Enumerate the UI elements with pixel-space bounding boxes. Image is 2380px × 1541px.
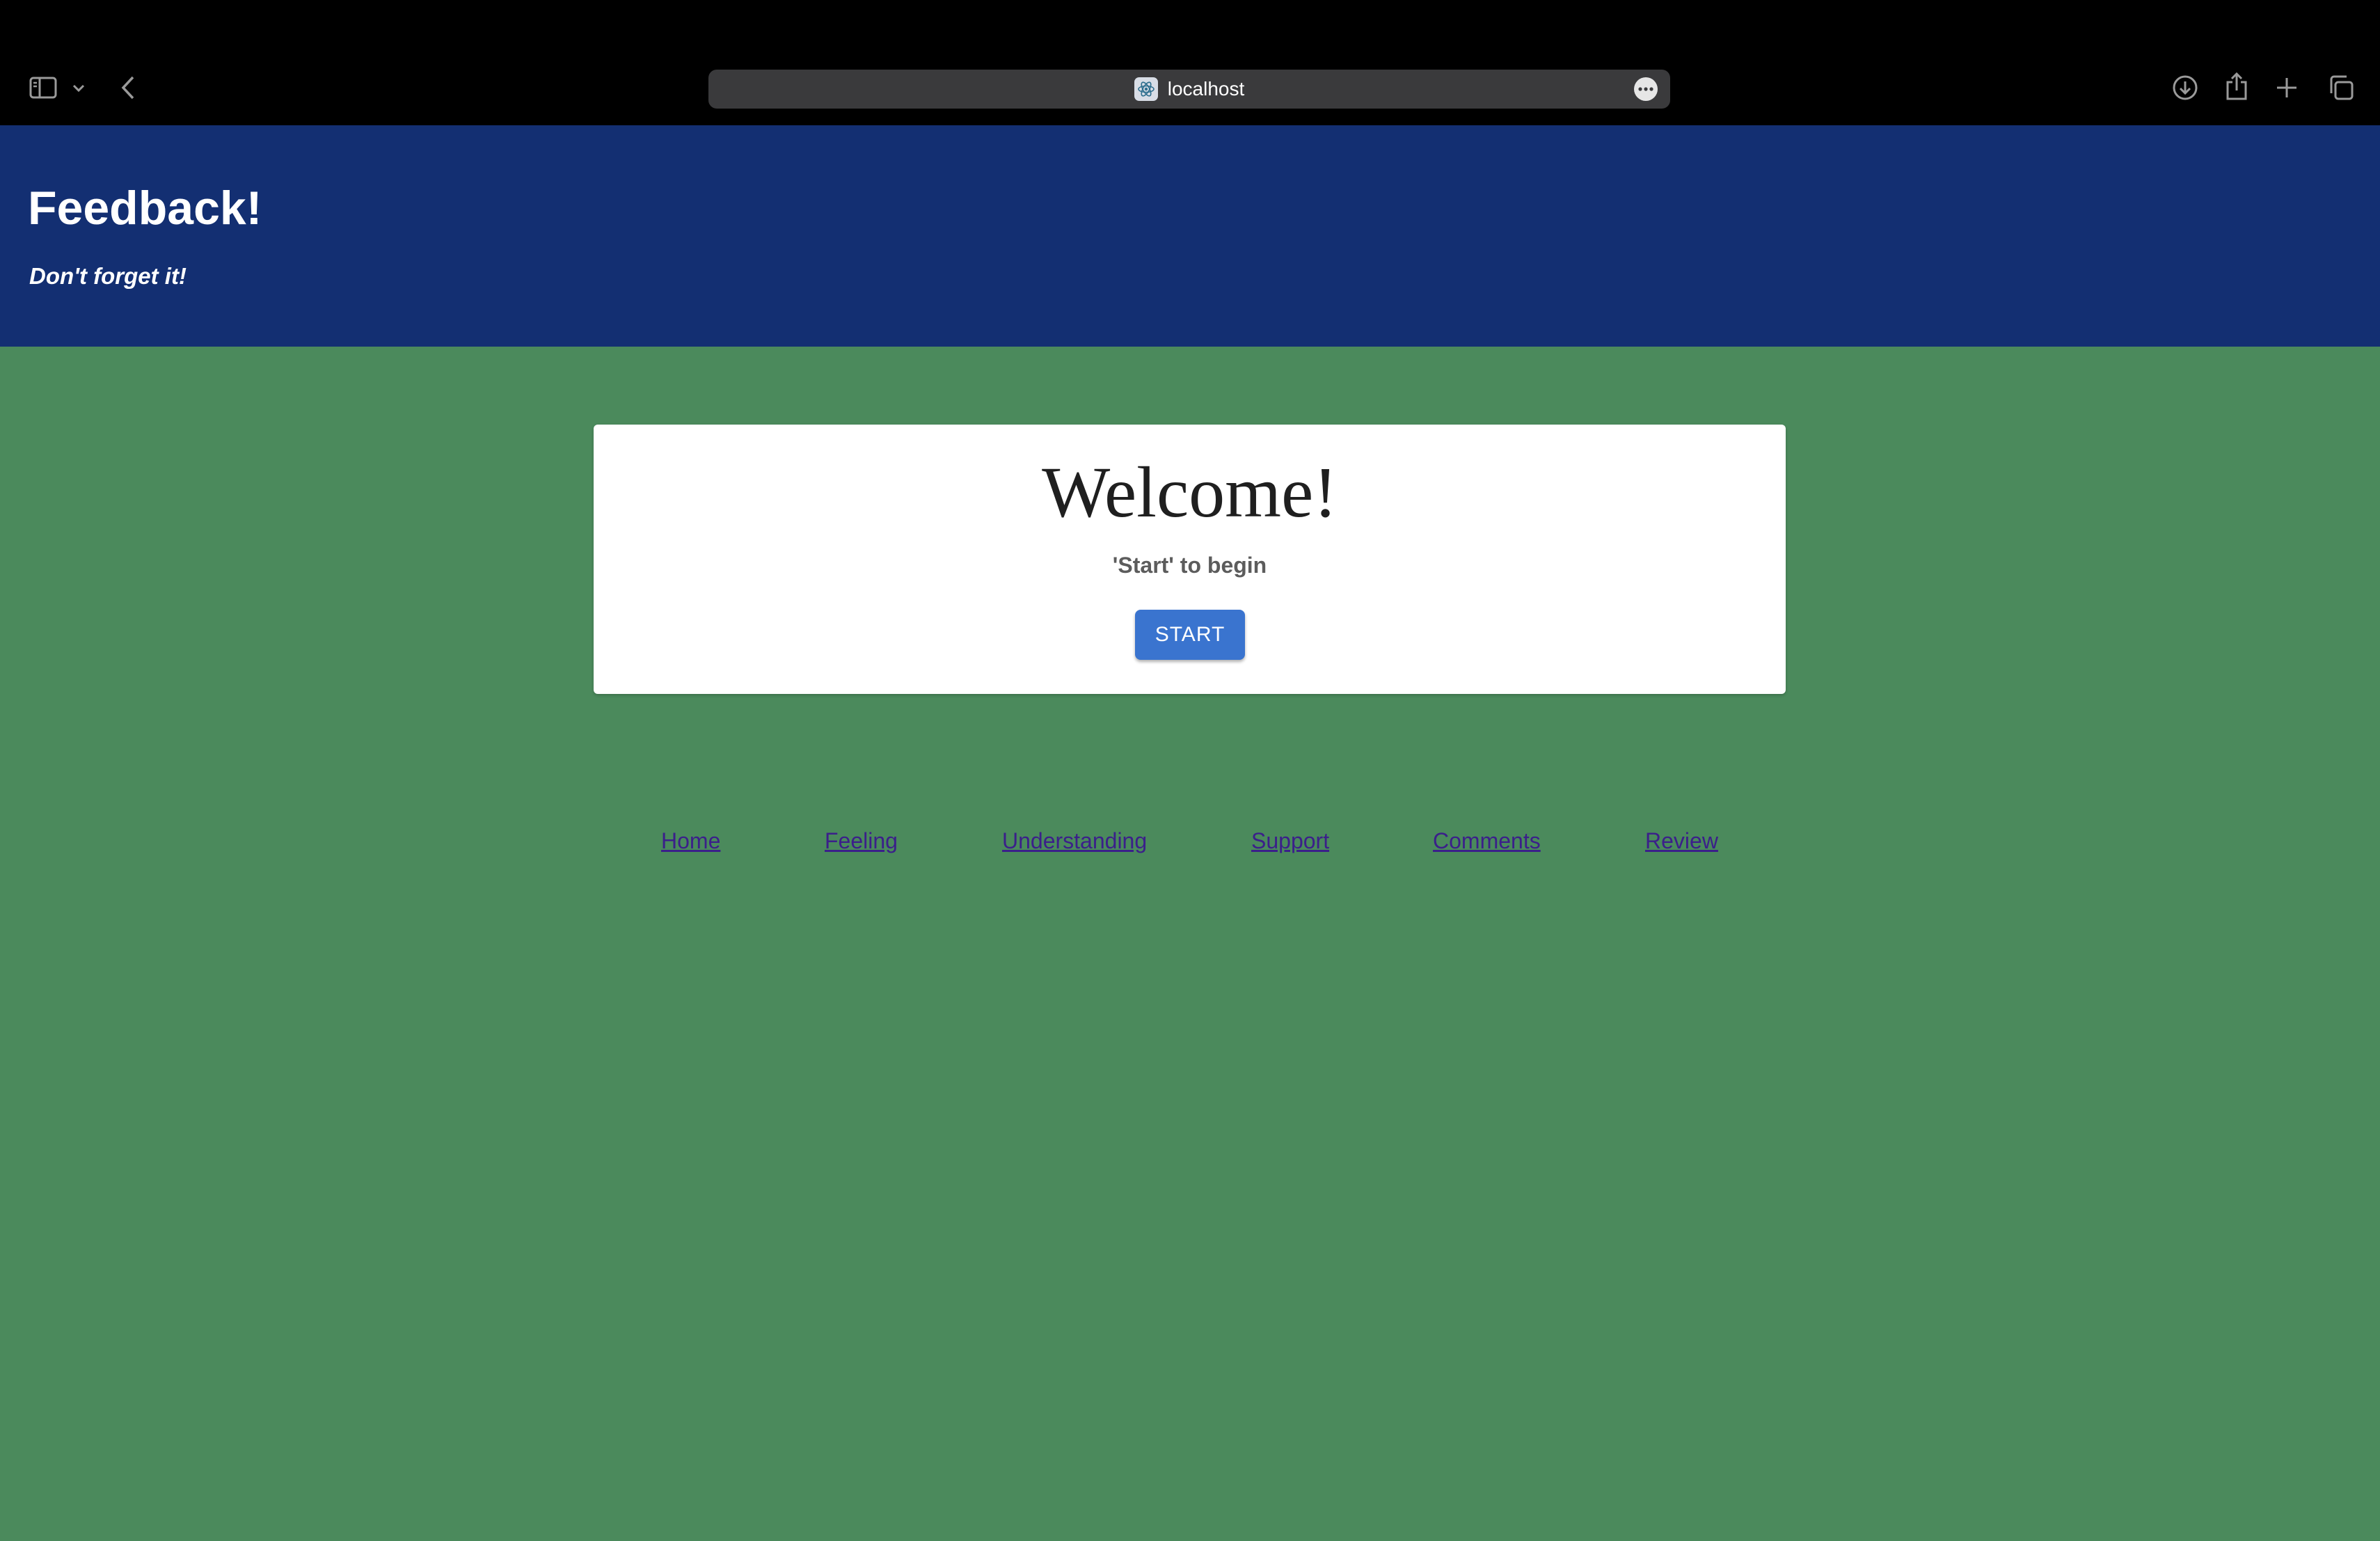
welcome-subtitle: 'Start' to begin <box>1112 553 1267 578</box>
start-button[interactable]: START <box>1135 610 1245 660</box>
nav-link-understanding[interactable]: Understanding <box>1002 828 1147 854</box>
welcome-card: Welcome! 'Start' to begin START <box>594 425 1786 694</box>
address-bar[interactable]: localhost <box>708 70 1670 109</box>
browser-toolbar: localhost <box>0 0 2380 125</box>
sidebar-icon[interactable] <box>25 71 61 104</box>
app-tagline: Don't forget it! <box>29 263 187 289</box>
nav-link-support[interactable]: Support <box>1251 828 1329 854</box>
page-nav: Home Feeling Understanding Support Comme… <box>0 828 2380 863</box>
app-title: Feedback! <box>28 182 262 235</box>
plus-icon[interactable] <box>2271 72 2302 103</box>
nav-link-review[interactable]: Review <box>1645 828 1718 854</box>
back-arrow-icon[interactable] <box>114 72 142 103</box>
react-logo-icon <box>1134 77 1158 101</box>
chevron-down-icon[interactable] <box>70 79 88 97</box>
app-header: Feedback! Don't forget it! <box>0 125 2380 347</box>
nav-link-feeling[interactable]: Feeling <box>825 828 898 854</box>
more-icon[interactable] <box>1634 77 1658 101</box>
nav-link-home[interactable]: Home <box>661 828 720 854</box>
nav-link-comments[interactable]: Comments <box>1433 828 1541 854</box>
share-icon[interactable] <box>2221 70 2252 103</box>
address-text[interactable]: localhost <box>1168 78 1245 100</box>
tabs-overview-icon[interactable] <box>2326 72 2356 103</box>
welcome-heading: Welcome! <box>1042 452 1338 532</box>
download-icon[interactable] <box>2170 72 2200 103</box>
